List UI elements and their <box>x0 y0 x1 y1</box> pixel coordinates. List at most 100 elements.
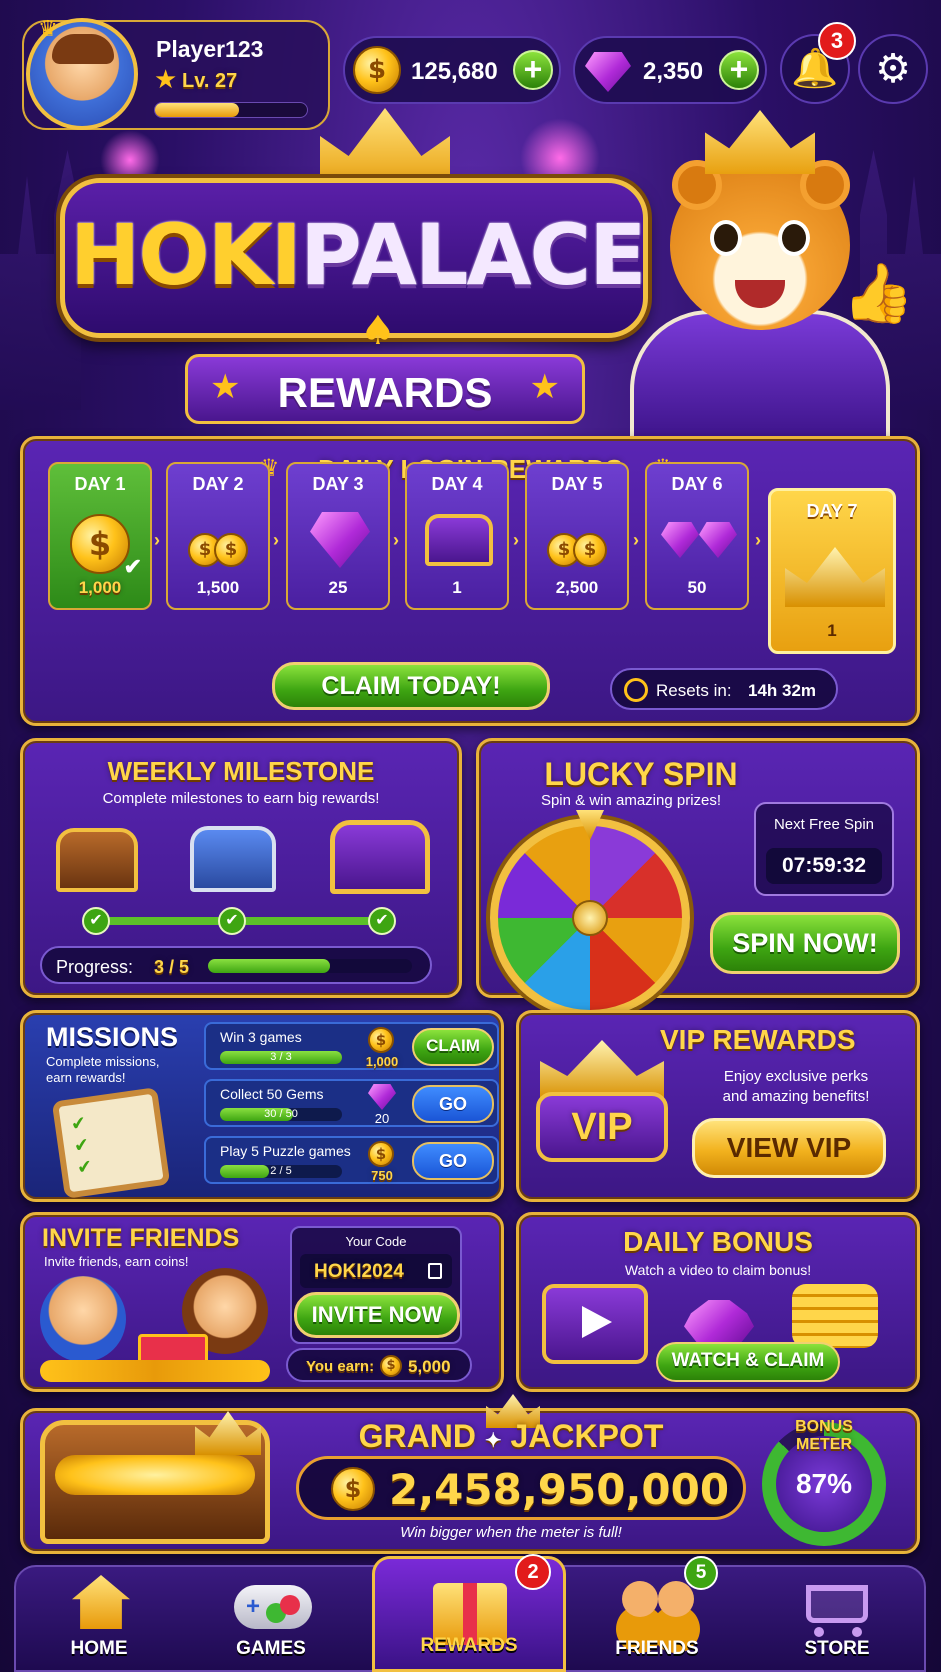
milestone-chest-silver-icon[interactable] <box>190 826 276 892</box>
nav-games[interactable]: + GAMES <box>186 1565 356 1672</box>
mission-2-go-button[interactable]: GO <box>412 1085 494 1123</box>
gem-amount: 2,350 <box>643 58 704 85</box>
ribbon-star-right-icon: ★ <box>529 368 560 406</box>
nav-friends-badge: 5 <box>684 1556 718 1590</box>
nav-friends[interactable]: FRIENDS <box>572 1565 742 1672</box>
invite-title: INVITE FRIENDS <box>42 1224 240 1252</box>
day-5-coin-stack-icon: $ $ <box>527 508 627 568</box>
next-free-spin: Next Free Spin 07:59:32 <box>754 802 894 896</box>
vip-plaque: VIP <box>536 1092 668 1162</box>
next-spin-timer: 07:59:32 <box>766 848 882 884</box>
weekly-progress-fill <box>208 959 331 973</box>
gem-balance[interactable]: 2,350 + <box>573 36 767 104</box>
day-5[interactable]: DAY 5 $ $ 2,500 <box>525 462 629 610</box>
day-6[interactable]: DAY 6 50 <box>645 462 749 610</box>
mascot-eye-left <box>710 220 742 256</box>
mission-2-name: Collect 50 Gems <box>220 1086 324 1102</box>
jackpot-title-right: JACKPOT <box>510 1418 664 1454</box>
weekly-subtitle: Complete milestones to earn big rewards! <box>102 790 380 807</box>
arrow-icon: › <box>513 530 519 550</box>
mission-2[interactable]: Collect 50 Gems 30 / 50 20 GO <box>204 1079 499 1127</box>
day-6-gem-pile-icon <box>661 522 699 558</box>
lucky-wheel[interactable] <box>490 818 690 1018</box>
day-2-coin-stack-icon: $ $ <box>168 508 268 568</box>
day-4-value: 1 <box>452 578 462 597</box>
mission-1[interactable]: Win 3 games 3 / 3 $ 1,000 CLAIM <box>204 1022 499 1070</box>
coin-amount: 125,680 <box>411 58 498 85</box>
nav-rewards-label: REWARDS <box>420 1635 518 1656</box>
resets-value: 14h 32m <box>748 681 817 700</box>
player-card[interactable]: ♛ Player123 ★ Lv. 27 <box>22 16 330 130</box>
avatar-crown-icon: ♛ <box>38 16 58 41</box>
nav-store[interactable]: STORE <box>752 1565 922 1672</box>
bonus-meter: BONUS METER 87% <box>762 1418 886 1546</box>
home-icon <box>72 1575 130 1629</box>
arrow-icon: › <box>633 530 639 550</box>
mission-3-name: Play 5 Puzzle games <box>220 1143 351 1159</box>
tv-video-icon[interactable] <box>542 1284 648 1364</box>
day-7-crown-icon <box>785 547 885 607</box>
day-5-label: DAY 5 <box>551 474 603 494</box>
invite-earn: You earn: $ 5,000 <box>286 1348 472 1382</box>
avatar[interactable]: ♛ <box>26 16 138 130</box>
day-3[interactable]: DAY 3 25 <box>286 462 390 610</box>
claim-today-button[interactable]: CLAIM TODAY! <box>272 662 550 710</box>
mission-3-go-button[interactable]: GO <box>412 1142 494 1180</box>
notification-badge: 3 <box>818 22 856 60</box>
jackpot-chest-icon <box>40 1411 270 1544</box>
mission-1-progress: 3 / 3 <box>270 1051 292 1063</box>
earn-value: 5,000 <box>408 1357 451 1376</box>
jackpot-title-left: GRAND <box>358 1418 476 1454</box>
coin-balance[interactable]: $ 125,680 + <box>343 36 561 104</box>
missions-subtitle: Complete missions, earn rewards! <box>46 1054 160 1085</box>
day-2[interactable]: DAY 2 $ $ 1,500 <box>166 462 270 610</box>
resets-label: Resets in: <box>656 681 732 700</box>
day-4[interactable]: DAY 4 1 <box>405 462 509 610</box>
coin-icon: $ <box>353 46 401 94</box>
earn-label: You earn: <box>306 1358 375 1375</box>
code-value-box[interactable]: HOKI2024 <box>300 1254 452 1288</box>
wheel-hub <box>572 900 608 936</box>
settings-button[interactable]: ⚙ <box>858 34 928 104</box>
mission-3[interactable]: Play 5 Puzzle games 2 / 5 $ 750 GO <box>204 1136 499 1184</box>
mission-2-reward: 20 <box>374 1111 390 1126</box>
add-coins-button[interactable]: + <box>513 50 553 90</box>
nav-store-label: STORE <box>804 1638 870 1659</box>
clipboard-check-icon: ✔ ✔ ✔ <box>69 1112 94 1178</box>
mission-3-reward: 750 <box>371 1168 393 1183</box>
friend-boy-avatar <box>40 1276 126 1362</box>
day-5-value: 2,500 <box>555 578 599 597</box>
missions-title: MISSIONS <box>46 1022 179 1052</box>
mascot-robe <box>630 310 890 450</box>
invite-now-button[interactable]: INVITE NOW <box>294 1292 460 1338</box>
play-icon <box>582 1306 612 1338</box>
day-6-gem-pile-icon-2 <box>699 522 737 558</box>
add-gems-button[interactable]: + <box>719 50 759 90</box>
day-3-gem-icon <box>310 512 370 568</box>
milestone-check-2-icon: ✔ <box>218 907 246 935</box>
day-7[interactable]: DAY 7 1 <box>768 488 896 654</box>
day-4-label: DAY 4 <box>431 474 483 494</box>
mission-3-coin-icon: $ <box>368 1141 394 1167</box>
invite-coins-icon <box>40 1360 270 1382</box>
day-6-value: 50 <box>687 578 707 597</box>
mission-3-progress: 2 / 5 <box>270 1165 292 1177</box>
weekly-progress: Progress: 3 / 5 <box>40 946 432 984</box>
day-3-value: 25 <box>328 578 348 597</box>
watch-claim-button[interactable]: WATCH & CLAIM <box>656 1342 840 1382</box>
mascot-eye-right <box>778 220 810 256</box>
view-vip-button[interactable]: VIEW VIP <box>692 1118 886 1178</box>
mission-1-name: Win 3 games <box>220 1029 302 1045</box>
gamepad-buttons <box>280 1595 300 1615</box>
day-7-value: 1 <box>827 621 837 640</box>
milestone-chest-wood-icon[interactable] <box>56 828 138 892</box>
spin-now-button[interactable]: SPIN NOW! <box>710 912 900 974</box>
mission-1-claim-button[interactable]: CLAIM <box>412 1028 494 1066</box>
nav-home[interactable]: HOME <box>14 1565 184 1672</box>
day-1[interactable]: DAY 1 $ 1,000 ✔ <box>48 462 152 610</box>
copy-icon[interactable] <box>428 1263 442 1279</box>
milestone-chest-gold-icon[interactable] <box>330 820 430 894</box>
nav-friends-label: FRIENDS <box>615 1638 699 1659</box>
vip-subtitle-1: Enjoy exclusive perks <box>723 1068 869 1085</box>
day-2-value: 1,500 <box>196 578 240 597</box>
